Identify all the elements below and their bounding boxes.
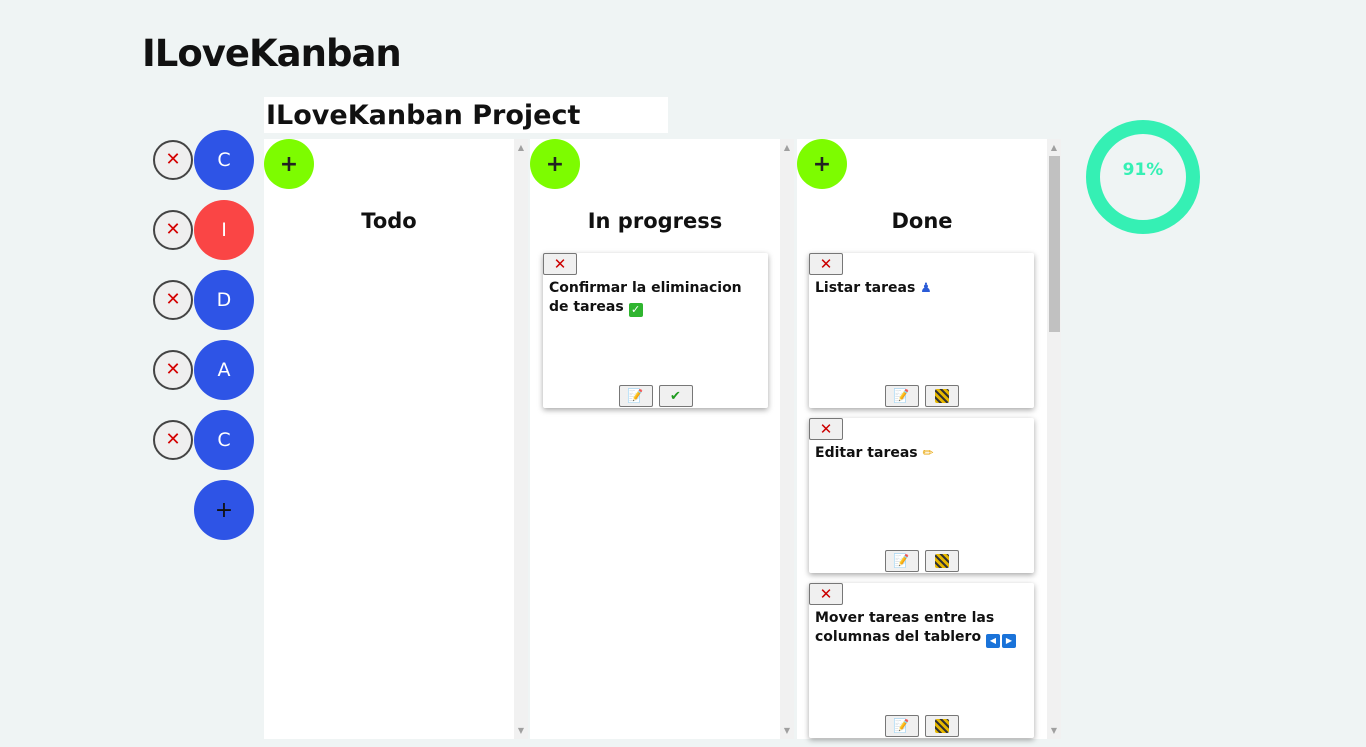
pencil-icon: ✏ — [922, 446, 934, 461]
scroll-down-icon[interactable]: ▼ — [780, 726, 794, 735]
board-letter: A — [217, 359, 231, 381]
task-card[interactable]: ✕ Listar tareas ♟ 📝 — [809, 253, 1034, 408]
task-text: Mover tareas entre las columnas del tabl… — [815, 609, 1028, 648]
close-icon: ✕ — [819, 420, 833, 438]
block-task-button[interactable] — [924, 550, 959, 572]
board-button[interactable]: A — [194, 340, 254, 400]
task-text: Listar tareas ♟ — [815, 279, 1028, 298]
plus-icon: + — [545, 151, 565, 177]
progress-label: 91% — [1122, 160, 1164, 180]
task-label: Confirmar la eliminacion de tareas — [549, 280, 742, 315]
arrow-left-icon: ◀ — [985, 634, 1000, 648]
column-todo: + Todo — [264, 139, 514, 739]
column-title: Todo — [361, 209, 417, 233]
edit-icon: 📝 — [893, 553, 910, 569]
close-icon: ✕ — [165, 219, 181, 240]
barrier-icon — [934, 719, 949, 733]
delete-board-button[interactable]: ✕ — [153, 140, 193, 180]
board-letter: I — [221, 219, 227, 241]
check-box-icon: ✓ — [628, 303, 643, 317]
scroll-up-icon[interactable]: ▲ — [780, 143, 794, 152]
task-text: Editar tareas ✏ — [815, 444, 1028, 463]
person-icon: ♟ — [920, 281, 932, 296]
delete-task-button[interactable]: ✕ — [543, 253, 577, 275]
column-in-progress: + In progress — [530, 139, 780, 739]
project-title-input[interactable]: ILoveKanban Project — [264, 97, 668, 133]
arrow-right-icon: ▶ — [1001, 634, 1016, 648]
column-scrollbar[interactable]: ▲ ▼ — [514, 139, 528, 739]
close-icon: ✕ — [819, 255, 833, 273]
delete-task-button[interactable]: ✕ — [809, 583, 843, 605]
app-title: ILoveKanban — [142, 32, 402, 75]
delete-board-button[interactable]: ✕ — [153, 210, 193, 250]
task-label: Listar tareas — [815, 280, 916, 296]
close-icon: ✕ — [165, 429, 181, 450]
task-card[interactable]: ✕ Mover tareas entre las columnas del ta… — [809, 583, 1034, 738]
task-actions: 📝 — [809, 385, 1034, 407]
board-button[interactable]: C — [194, 410, 254, 470]
scroll-down-icon[interactable]: ▼ — [1047, 726, 1061, 735]
close-icon: ✕ — [165, 149, 181, 170]
task-text: Confirmar la eliminacion de tareas ✓ — [549, 279, 762, 317]
delete-task-button[interactable]: ✕ — [809, 253, 843, 275]
scroll-down-icon[interactable]: ▼ — [514, 726, 528, 735]
board-button[interactable]: C — [194, 130, 254, 190]
close-icon: ✕ — [819, 585, 833, 603]
complete-task-button[interactable]: ✔ — [658, 385, 693, 407]
check-icon: ✔ — [670, 388, 681, 404]
plus-icon: + — [812, 151, 832, 177]
plus-icon: + — [279, 151, 299, 177]
delete-board-button[interactable]: ✕ — [153, 350, 193, 390]
edit-task-button[interactable]: 📝 — [884, 715, 919, 737]
block-task-button[interactable] — [924, 715, 959, 737]
board-letter: D — [216, 289, 232, 311]
board-letter: C — [217, 149, 231, 171]
barrier-icon — [934, 554, 949, 568]
delete-task-button[interactable]: ✕ — [809, 418, 843, 440]
plus-icon: + — [214, 497, 234, 523]
close-icon: ✕ — [165, 289, 181, 310]
column-scrollbar[interactable]: ▲ ▼ — [780, 139, 794, 739]
task-label: Mover tareas entre las columnas del tabl… — [815, 610, 995, 645]
barrier-icon — [934, 389, 949, 403]
close-icon: ✕ — [553, 255, 567, 273]
column-scrollbar[interactable]: ▲ ▼ — [1047, 139, 1061, 739]
block-task-button[interactable] — [924, 385, 959, 407]
column-title: In progress — [587, 209, 723, 233]
task-card[interactable]: ✕ Confirmar la eliminacion de tareas ✓ 📝… — [543, 253, 768, 408]
edit-task-button[interactable]: 📝 — [618, 385, 653, 407]
add-task-button[interactable]: + — [264, 139, 314, 189]
edit-task-button[interactable]: 📝 — [884, 385, 919, 407]
progress-ring: 91% — [1085, 119, 1201, 235]
add-task-button[interactable]: + — [530, 139, 580, 189]
close-icon: ✕ — [165, 359, 181, 380]
task-card[interactable]: ✕ Editar tareas ✏ 📝 — [809, 418, 1034, 573]
board-button[interactable]: D — [194, 270, 254, 330]
task-actions: 📝 ✔ — [543, 385, 768, 407]
add-task-button[interactable]: + — [797, 139, 847, 189]
task-actions: 📝 — [809, 550, 1034, 572]
column-title: Done — [891, 209, 953, 233]
edit-task-button[interactable]: 📝 — [884, 550, 919, 572]
task-label: Editar tareas — [815, 445, 918, 461]
scroll-up-icon[interactable]: ▲ — [514, 143, 528, 152]
delete-board-button[interactable]: ✕ — [153, 420, 193, 460]
board-button[interactable]: I — [194, 200, 254, 260]
task-actions: 📝 — [809, 715, 1034, 737]
edit-icon: 📝 — [893, 718, 910, 734]
board-letter: C — [217, 429, 231, 451]
delete-board-button[interactable]: ✕ — [153, 280, 193, 320]
scrollbar-thumb[interactable] — [1049, 156, 1060, 332]
edit-icon: 📝 — [627, 388, 644, 404]
add-board-button[interactable]: + — [194, 480, 254, 540]
scroll-up-icon[interactable]: ▲ — [1047, 143, 1061, 152]
edit-icon: 📝 — [893, 388, 910, 404]
